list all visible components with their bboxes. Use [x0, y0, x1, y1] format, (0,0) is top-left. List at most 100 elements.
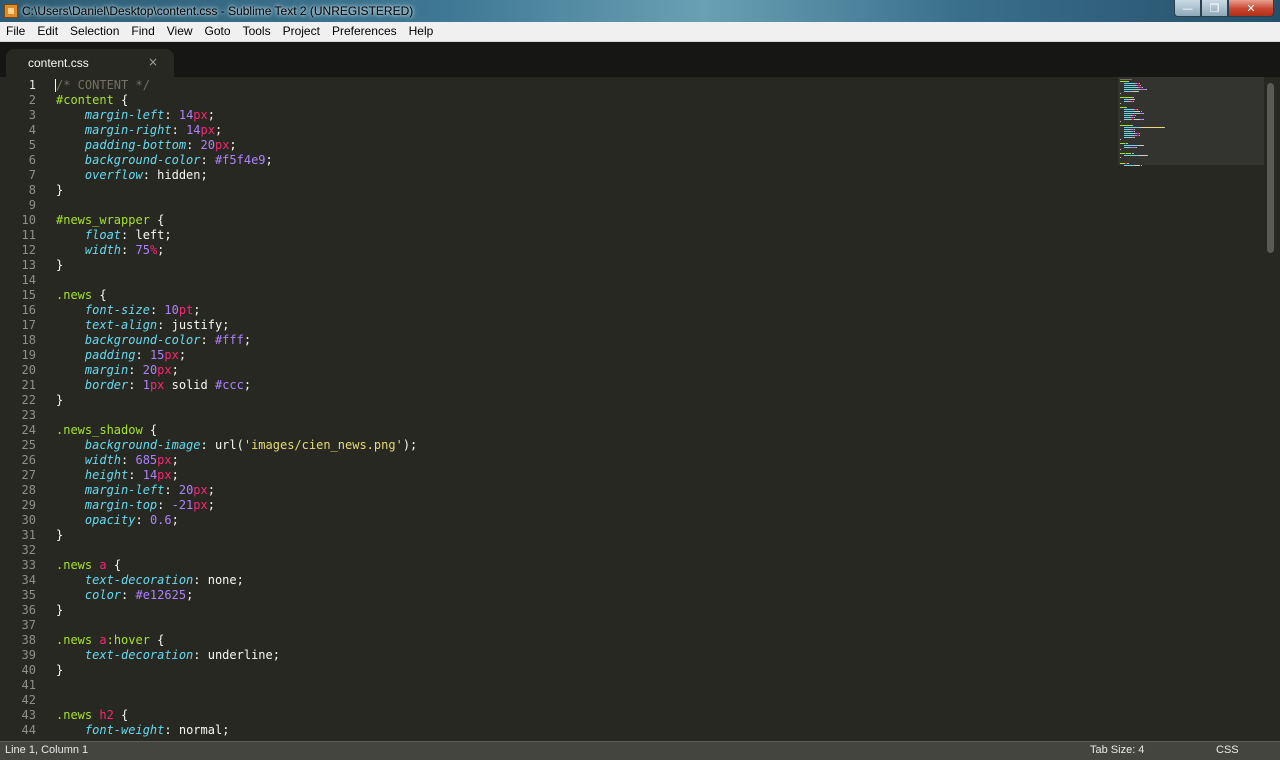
minimap-mark [1120, 103, 1121, 104]
code-line[interactable]: .news a { [56, 558, 121, 573]
code-line[interactable]: text-align: justify; [56, 318, 230, 333]
code-token: ) [402, 438, 411, 452]
code-line[interactable]: float: left; [56, 228, 172, 243]
code-line[interactable]: } [56, 528, 63, 543]
line-number: 10 [21, 213, 36, 227]
code-line[interactable]: #news_wrapper { [56, 213, 164, 228]
menu-project[interactable]: Project [277, 22, 326, 41]
minimap-mark [1123, 85, 1135, 86]
minimap-mark [1135, 165, 1141, 166]
minimap-viewport[interactable] [1118, 77, 1264, 165]
code-line[interactable]: .news a:hover { [56, 633, 164, 648]
code-token: ; [171, 513, 179, 527]
code-line[interactable]: width: 685px; [56, 453, 179, 468]
code-token: 14 [142, 468, 158, 482]
code-line[interactable]: /* CONTENT */ [56, 78, 150, 93]
code-token: .news_shadow [56, 423, 143, 437]
code-token: 'images/cien_news.png' [243, 438, 403, 452]
line-number: 27 [21, 468, 36, 482]
code-token: background-color [84, 333, 201, 347]
code-line[interactable]: width: 75%; [56, 243, 165, 258]
minimap-mark [1123, 109, 1132, 110]
editor-pane[interactable]: 1 2 3 4 5 6 7 8 9 10 11 12 13 14 15 16 17 18 19 20 21 22 23 24 2… [0, 77, 1280, 741]
code-line[interactable]: padding: 15px; [56, 348, 186, 363]
code-line[interactable]: color: #e12625; [56, 588, 193, 603]
maximize-button[interactable]: ❐ [1201, 0, 1228, 17]
close-button[interactable]: ✕ [1228, 0, 1274, 17]
code-line[interactable]: } [56, 183, 63, 198]
code-token: px [157, 468, 172, 482]
minimap-mark [1120, 97, 1132, 98]
code-token: : [121, 588, 136, 602]
code-line[interactable]: } [56, 393, 63, 408]
menu-help[interactable]: Help [403, 22, 440, 41]
close-icon[interactable]: × [148, 55, 158, 69]
code-token: #ccc [214, 378, 244, 392]
code-line[interactable]: } [56, 663, 63, 678]
line-number: 11 [21, 228, 36, 242]
line-number: 19 [21, 348, 36, 362]
line-number: 35 [21, 588, 36, 602]
code-line[interactable]: font-size: 10pt; [56, 303, 201, 318]
minimize-button[interactable]: — [1174, 0, 1201, 17]
syntax-button[interactable]: CSS [1216, 744, 1239, 756]
code-line[interactable]: border: 1px solid #ccc; [56, 378, 251, 393]
code-token: : [200, 333, 215, 347]
minimap-mark [1123, 145, 1138, 146]
code-line[interactable]: text-decoration: underline; [56, 648, 280, 663]
code-line[interactable]: background-color: #fff; [56, 333, 251, 348]
menu-file[interactable]: File [0, 22, 31, 41]
code-line[interactable]: height: 14px; [56, 468, 179, 483]
code-line[interactable]: background-color: #f5f4e9; [56, 153, 273, 168]
code-line[interactable]: .news_shadow { [56, 423, 157, 438]
code-line[interactable]: background-image: url('images/cien_news.… [56, 438, 417, 453]
minimap-mark [1139, 85, 1141, 86]
minimap-mark [1136, 147, 1138, 148]
menu-view[interactable]: View [161, 22, 199, 41]
code-line[interactable]: margin-right: 14px; [56, 123, 222, 138]
window-titlebar[interactable]: C:\Users\Daniel\Desktop\content.css - Su… [0, 0, 1280, 22]
code-token: -21 [171, 498, 194, 512]
menu-goto[interactable]: Goto [199, 22, 237, 41]
minimap-mark [1131, 97, 1134, 98]
menu-preferences[interactable]: Preferences [326, 22, 403, 41]
minimap-mark [1140, 165, 1142, 166]
minimap-mark [1138, 155, 1147, 156]
minimap-mark [1123, 155, 1138, 156]
code-line[interactable]: #content { [56, 93, 128, 108]
tab-size-button[interactable]: Tab Size: 4 [1090, 744, 1144, 756]
menu-selection[interactable]: Selection [64, 22, 125, 41]
minimap[interactable] [1118, 77, 1264, 741]
code-line[interactable]: margin-left: 20px; [56, 483, 215, 498]
minimap-mark [1120, 143, 1125, 144]
code-line[interactable]: margin: 20px; [56, 363, 179, 378]
scrollbar-thumb[interactable] [1267, 83, 1274, 253]
code-line[interactable]: font-weight: normal; [56, 723, 230, 738]
vertical-scrollbar[interactable] [1266, 77, 1276, 741]
code-line[interactable]: text-decoration: none; [56, 573, 244, 588]
line-number: 32 [21, 543, 36, 557]
tab-content-css[interactable]: content.css × [6, 49, 174, 77]
code-token: ; [236, 573, 244, 587]
code-line[interactable]: .news h2 { [56, 708, 128, 723]
code-line[interactable]: opacity: 0.6; [56, 513, 179, 528]
code-token: ; [207, 108, 215, 122]
menu-find[interactable]: Find [125, 22, 160, 41]
code-line[interactable]: padding-bottom: 20px; [56, 138, 237, 153]
code-line[interactable]: } [56, 258, 63, 273]
code-text-area[interactable]: /* CONTENT */#content { margin-left: 14p… [56, 77, 1116, 741]
code-token: : [128, 378, 143, 392]
minimap-mark [1120, 153, 1125, 154]
code-line[interactable]: .news { [56, 288, 107, 303]
menu-tools[interactable]: Tools [237, 22, 277, 41]
code-token: none [207, 573, 237, 587]
code-line[interactable]: overflow: hidden; [56, 168, 208, 183]
code-line[interactable]: } [56, 603, 63, 618]
code-line[interactable]: margin-left: 14px; [56, 108, 215, 123]
menu-edit[interactable]: Edit [31, 22, 64, 41]
code-token: { [106, 558, 122, 572]
code-line[interactable]: margin-top: -21px; [56, 498, 215, 513]
window-controls: — ❐ ✕ [1174, 0, 1274, 18]
code-token: : [171, 123, 187, 137]
